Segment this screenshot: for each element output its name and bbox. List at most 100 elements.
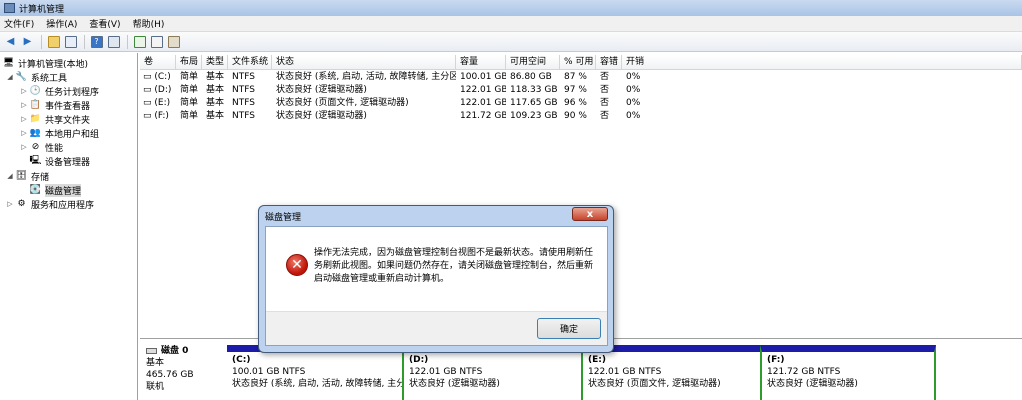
layout-cell: 简单 bbox=[180, 98, 199, 108]
window-title: 计算机管理 bbox=[19, 4, 65, 15]
help-icon[interactable]: ? bbox=[89, 34, 104, 49]
disk-management-icon: 💽 bbox=[29, 185, 42, 195]
header-free-space[interactable]: 可用空间 bbox=[506, 55, 560, 70]
menu-file[interactable]: 文件(F) bbox=[4, 17, 34, 30]
settings-icon[interactable] bbox=[166, 34, 181, 49]
tree-label: 本地用户和组 bbox=[45, 129, 100, 140]
computer-management-icon bbox=[4, 3, 15, 13]
menu-view[interactable]: 查看(V) bbox=[89, 17, 120, 30]
type-cell: 基本 bbox=[206, 98, 225, 108]
close-button[interactable]: x bbox=[572, 207, 608, 221]
table-row[interactable]: ▭ (C:) 简单 基本 NTFS 状态良好 (系统, 启动, 活动, 故障转储… bbox=[140, 71, 1022, 84]
fault-tolerance-cell: 否 bbox=[600, 98, 610, 108]
header-status[interactable]: 状态 bbox=[272, 55, 456, 70]
back-arrow-icon[interactable]: ◀ bbox=[3, 34, 18, 49]
partition-size: 100.01 GB NTFS bbox=[232, 367, 306, 377]
expand-icon[interactable]: ▷ bbox=[20, 87, 28, 95]
show-hide-tree-icon[interactable] bbox=[63, 34, 78, 49]
tree-label: 共享文件夹 bbox=[45, 115, 91, 126]
up-folder-icon[interactable] bbox=[46, 34, 61, 49]
disk-0-label[interactable]: 磁盘 0 基本 465.76 GB 联机 bbox=[146, 345, 226, 400]
capacity-cell: 122.01 GB bbox=[460, 98, 506, 108]
partition-status: 状态良好 (逻辑驱动器) bbox=[767, 379, 858, 389]
expand-icon[interactable]: ▷ bbox=[20, 115, 28, 123]
tree-item-storage[interactable]: ◢ 🗄 存储 bbox=[6, 169, 49, 183]
tree-item-disk-management[interactable]: 💽 磁盘管理 bbox=[29, 183, 82, 197]
drive-icon: ▭ bbox=[143, 72, 155, 82]
partition-status: 状态良好 (系统, 启动, 活动, 故障转储, 主分 bbox=[232, 379, 402, 389]
collapse-icon[interactable]: ◢ bbox=[6, 73, 14, 81]
table-row[interactable]: ▭ (E:) 简单 基本 NTFS 状态良好 (页面文件, 逻辑驱动器) 122… bbox=[140, 97, 1022, 110]
free-space-cell: 117.65 GB bbox=[510, 98, 558, 108]
capacity-cell: 121.72 GB bbox=[460, 111, 506, 121]
drive-icon: ▭ bbox=[143, 111, 155, 121]
fault-tolerance-cell: 否 bbox=[600, 111, 610, 121]
expand-icon[interactable]: ▷ bbox=[20, 129, 28, 137]
toolbar-separator bbox=[41, 34, 42, 49]
forward-arrow-icon[interactable]: ▶ bbox=[20, 34, 35, 49]
header-percent-free[interactable]: % 可用 bbox=[560, 55, 596, 70]
ok-button[interactable]: 确定 bbox=[537, 318, 601, 339]
header-type[interactable]: 类型 bbox=[202, 55, 228, 70]
header-filesystem[interactable]: 文件系统 bbox=[228, 55, 272, 70]
hard-disk-icon bbox=[146, 348, 157, 354]
type-cell: 基本 bbox=[206, 85, 225, 95]
menu-action[interactable]: 操作(A) bbox=[46, 17, 77, 30]
percent-free-cell: 97 % bbox=[564, 85, 587, 95]
free-space-cell: 118.33 GB bbox=[510, 85, 558, 95]
table-row[interactable]: ▭ (D:) 简单 基本 NTFS 状态良好 (逻辑驱动器) 122.01 GB… bbox=[140, 84, 1022, 97]
performance-icon: ⊘ bbox=[31, 142, 40, 152]
table-row[interactable]: ▭ (F:) 简单 基本 NTFS 状态良好 (逻辑驱动器) 121.72 GB… bbox=[140, 110, 1022, 123]
capacity-cell: 122.01 GB bbox=[460, 85, 506, 95]
tree-item-services[interactable]: ▷ ⚙ 服务和应用程序 bbox=[6, 197, 94, 211]
tree-item-system-tools[interactable]: ◢ 🔧 系统工具 bbox=[6, 70, 67, 84]
volume-cell: ▭ (F:) bbox=[143, 111, 169, 121]
status-cell: 状态良好 (逻辑驱动器) bbox=[276, 85, 367, 95]
tools-icon: 🔧 bbox=[15, 72, 28, 82]
tree-label: 系统工具 bbox=[31, 73, 68, 84]
fault-tolerance-cell: 否 bbox=[600, 72, 610, 82]
header-fault-tolerance[interactable]: 容错 bbox=[596, 55, 622, 70]
partition-e[interactable]: (E:) 122.01 GB NTFS 状态良好 (页面文件, 逻辑驱动器) bbox=[581, 345, 760, 400]
tree-item-root[interactable]: 🖥 计算机管理(本地) bbox=[3, 56, 88, 70]
services-icon: ⚙ bbox=[17, 199, 26, 209]
capacity-cell: 100.01 GB bbox=[460, 72, 506, 82]
expand-icon[interactable]: ▷ bbox=[20, 101, 28, 109]
partition-name: (C:) bbox=[232, 355, 251, 365]
export-icon[interactable] bbox=[149, 34, 164, 49]
tree-item-event-viewer[interactable]: ▷ 📋 事件查看器 bbox=[20, 98, 90, 112]
tree-label: 磁盘管理 bbox=[45, 183, 82, 197]
message-line: 启动磁盘管理或重新启动计算机。 bbox=[314, 274, 450, 284]
layout-cell: 简单 bbox=[180, 111, 199, 121]
tree-item-local-users[interactable]: ▷ 👥 本地用户和组 bbox=[20, 126, 99, 140]
partition-f[interactable]: (F:) 121.72 GB NTFS 状态良好 (逻辑驱动器) bbox=[760, 345, 936, 400]
disk-name: 磁盘 0 bbox=[146, 345, 226, 357]
volume-cell: ▭ (D:) bbox=[143, 85, 172, 95]
menu-help[interactable]: 帮助(H) bbox=[133, 17, 165, 30]
header-layout[interactable]: 布局 bbox=[176, 55, 202, 70]
expand-icon[interactable]: ▷ bbox=[6, 200, 14, 208]
partition-d[interactable]: (D:) 122.01 GB NTFS 状态良好 (逻辑驱动器) bbox=[402, 345, 581, 400]
properties-icon[interactable] bbox=[106, 34, 121, 49]
layout-cell: 简单 bbox=[180, 85, 199, 95]
refresh-icon[interactable] bbox=[132, 34, 147, 49]
fault-tolerance-cell: 否 bbox=[600, 85, 610, 95]
shared-folder-icon: 📁 bbox=[29, 114, 42, 124]
menu-bar: 文件(F) 操作(A) 查看(V) 帮助(H) bbox=[0, 16, 1022, 32]
collapse-icon[interactable]: ◢ bbox=[6, 172, 14, 180]
volume-cell: ▭ (E:) bbox=[143, 98, 171, 108]
partition-c[interactable]: (C:) 100.01 GB NTFS 状态良好 (系统, 启动, 活动, 故障… bbox=[227, 345, 402, 400]
percent-free-cell: 87 % bbox=[564, 72, 587, 82]
expand-icon[interactable]: ▷ bbox=[20, 143, 28, 151]
tree-item-device-manager[interactable]: 🖳 设备管理器 bbox=[30, 154, 91, 168]
header-overhead[interactable]: 开销 bbox=[622, 55, 1022, 70]
header-volume[interactable]: 卷 bbox=[140, 55, 176, 70]
filesystem-cell: NTFS bbox=[232, 85, 255, 95]
tree-label: 事件查看器 bbox=[45, 101, 91, 112]
tree-item-shared-folders[interactable]: ▷ 📁 共享文件夹 bbox=[20, 112, 90, 126]
header-capacity[interactable]: 容量 bbox=[456, 55, 506, 70]
tree-item-performance[interactable]: ▷ ⊘ 性能 bbox=[20, 140, 63, 154]
tree-item-task-scheduler[interactable]: ▷ 🕒 任务计划程序 bbox=[20, 84, 99, 98]
partition-name: (F:) bbox=[767, 355, 785, 365]
title-bar: 计算机管理 bbox=[0, 0, 1022, 16]
